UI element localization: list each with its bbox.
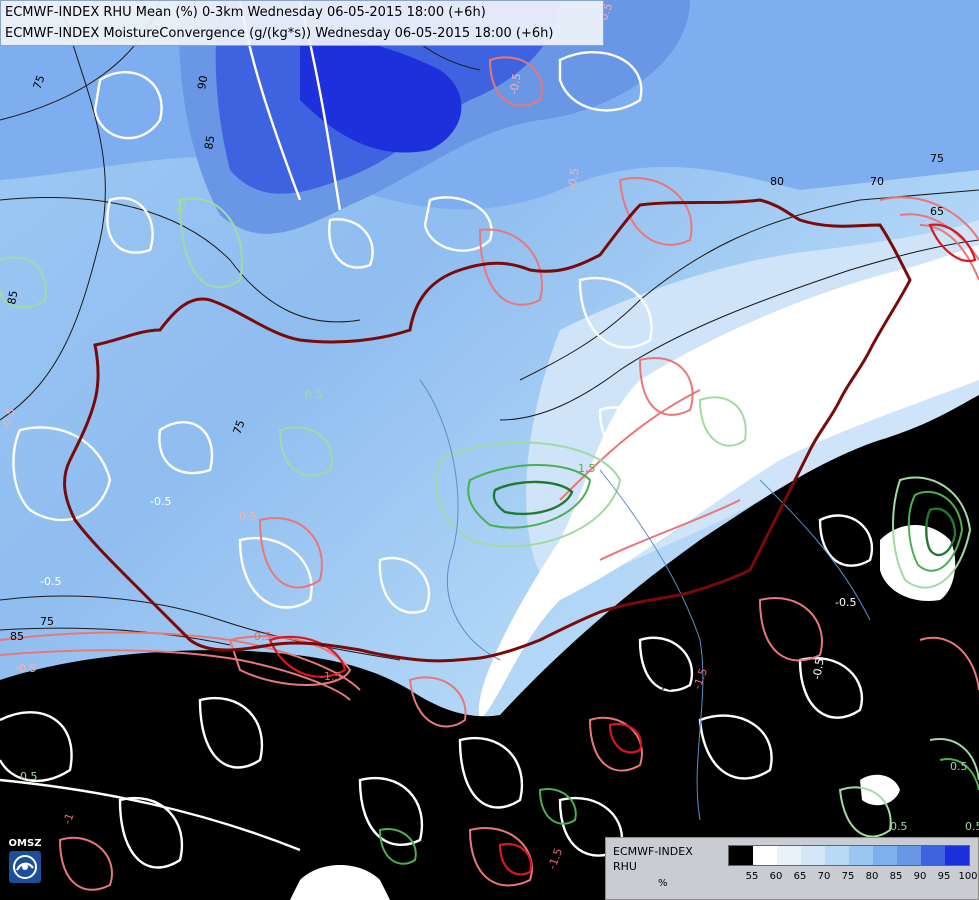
- convergence-contour-label: 0.5: [305, 388, 323, 401]
- convergence-contour-label: -0.5: [150, 495, 171, 508]
- map-title-box: ECMWF-INDEX RHU Mean (%) 0-3km Wednesday…: [0, 0, 604, 46]
- legend-tick-label: 80: [865, 871, 879, 882]
- legend-swatch: [873, 846, 897, 865]
- rhu-contour-label: 85: [202, 134, 217, 150]
- omsz-logo-icon: [9, 851, 41, 883]
- legend-tick-label: 85: [889, 871, 903, 882]
- weather-map: 75 90 85 80 75 70 65 85 75 75 85 75 70 -…: [0, 0, 979, 900]
- legend-swatch: [921, 846, 945, 865]
- legend-tick-label: 100: [958, 871, 978, 882]
- rhu-contour-label: 80: [770, 175, 784, 188]
- convergence-contour-label: -0.5: [40, 575, 61, 588]
- legend-name: ECMWF-INDEX RHU: [613, 845, 693, 873]
- humidity-legend: ECMWF-INDEX RHU % 55 60 65 70 75 80 85 90 95 100: [605, 837, 979, 900]
- rhu-contour-label: 85: [10, 630, 24, 643]
- legend-unit: %: [658, 878, 668, 889]
- rhu-contour-label: 70: [870, 175, 884, 188]
- rhu-contour-label: 65: [930, 205, 944, 218]
- legend-tick-label: 90: [913, 871, 927, 882]
- legend-ticks: 55 60 65 70 75 80 85 90 95 100: [728, 871, 978, 885]
- convergence-contour-label: 1.5: [578, 462, 596, 475]
- legend-swatch: [801, 846, 825, 865]
- legend-tick-label: 55: [745, 871, 759, 882]
- omsz-logo: OMSZ: [8, 838, 42, 884]
- legend-swatch: [945, 846, 969, 865]
- rhu-contour-label: 85: [5, 289, 20, 305]
- legend-swatch: [729, 846, 753, 865]
- legend-tick-label: 75: [841, 871, 855, 882]
- convergence-contour-label: 0.5: [950, 760, 968, 773]
- rhu-contour-label: 75: [660, 680, 674, 693]
- legend-swatch: [777, 846, 801, 865]
- convergence-contour-label: -0.5: [250, 630, 271, 643]
- convergence-contour-label: 0.5: [890, 820, 908, 833]
- convergence-contour-label: 0.5: [965, 820, 979, 833]
- legend-color-scale: [728, 845, 970, 866]
- legend-swatch: [897, 846, 921, 865]
- legend-tick-label: 65: [793, 871, 807, 882]
- logo-text: OMSZ: [8, 838, 42, 849]
- legend-tick-label: 60: [769, 871, 783, 882]
- legend-swatch: [753, 846, 777, 865]
- convergence-contour-label: -1.5: [320, 670, 341, 683]
- legend-swatch: [825, 846, 849, 865]
- rhu-title: ECMWF-INDEX RHU Mean (%) 0-3km Wednesday…: [5, 5, 486, 20]
- convergence-contour-label: 0.5: [20, 770, 38, 783]
- convergence-contour-label: -0.5: [835, 596, 856, 609]
- legend-swatch: [849, 846, 873, 865]
- rhu-contour-label: 75: [40, 615, 54, 628]
- convergence-contour-label: -0.5: [235, 510, 256, 523]
- convergence-contour-label: -0.5: [15, 662, 36, 675]
- rhu-contour-label: 90: [195, 74, 210, 90]
- legend-tick-label: 95: [937, 871, 951, 882]
- convergence-title: ECMWF-INDEX MoistureConvergence (g/(kg*s…: [5, 26, 554, 41]
- legend-tick-label: 70: [817, 871, 831, 882]
- rhu-contour-label: 75: [930, 152, 944, 165]
